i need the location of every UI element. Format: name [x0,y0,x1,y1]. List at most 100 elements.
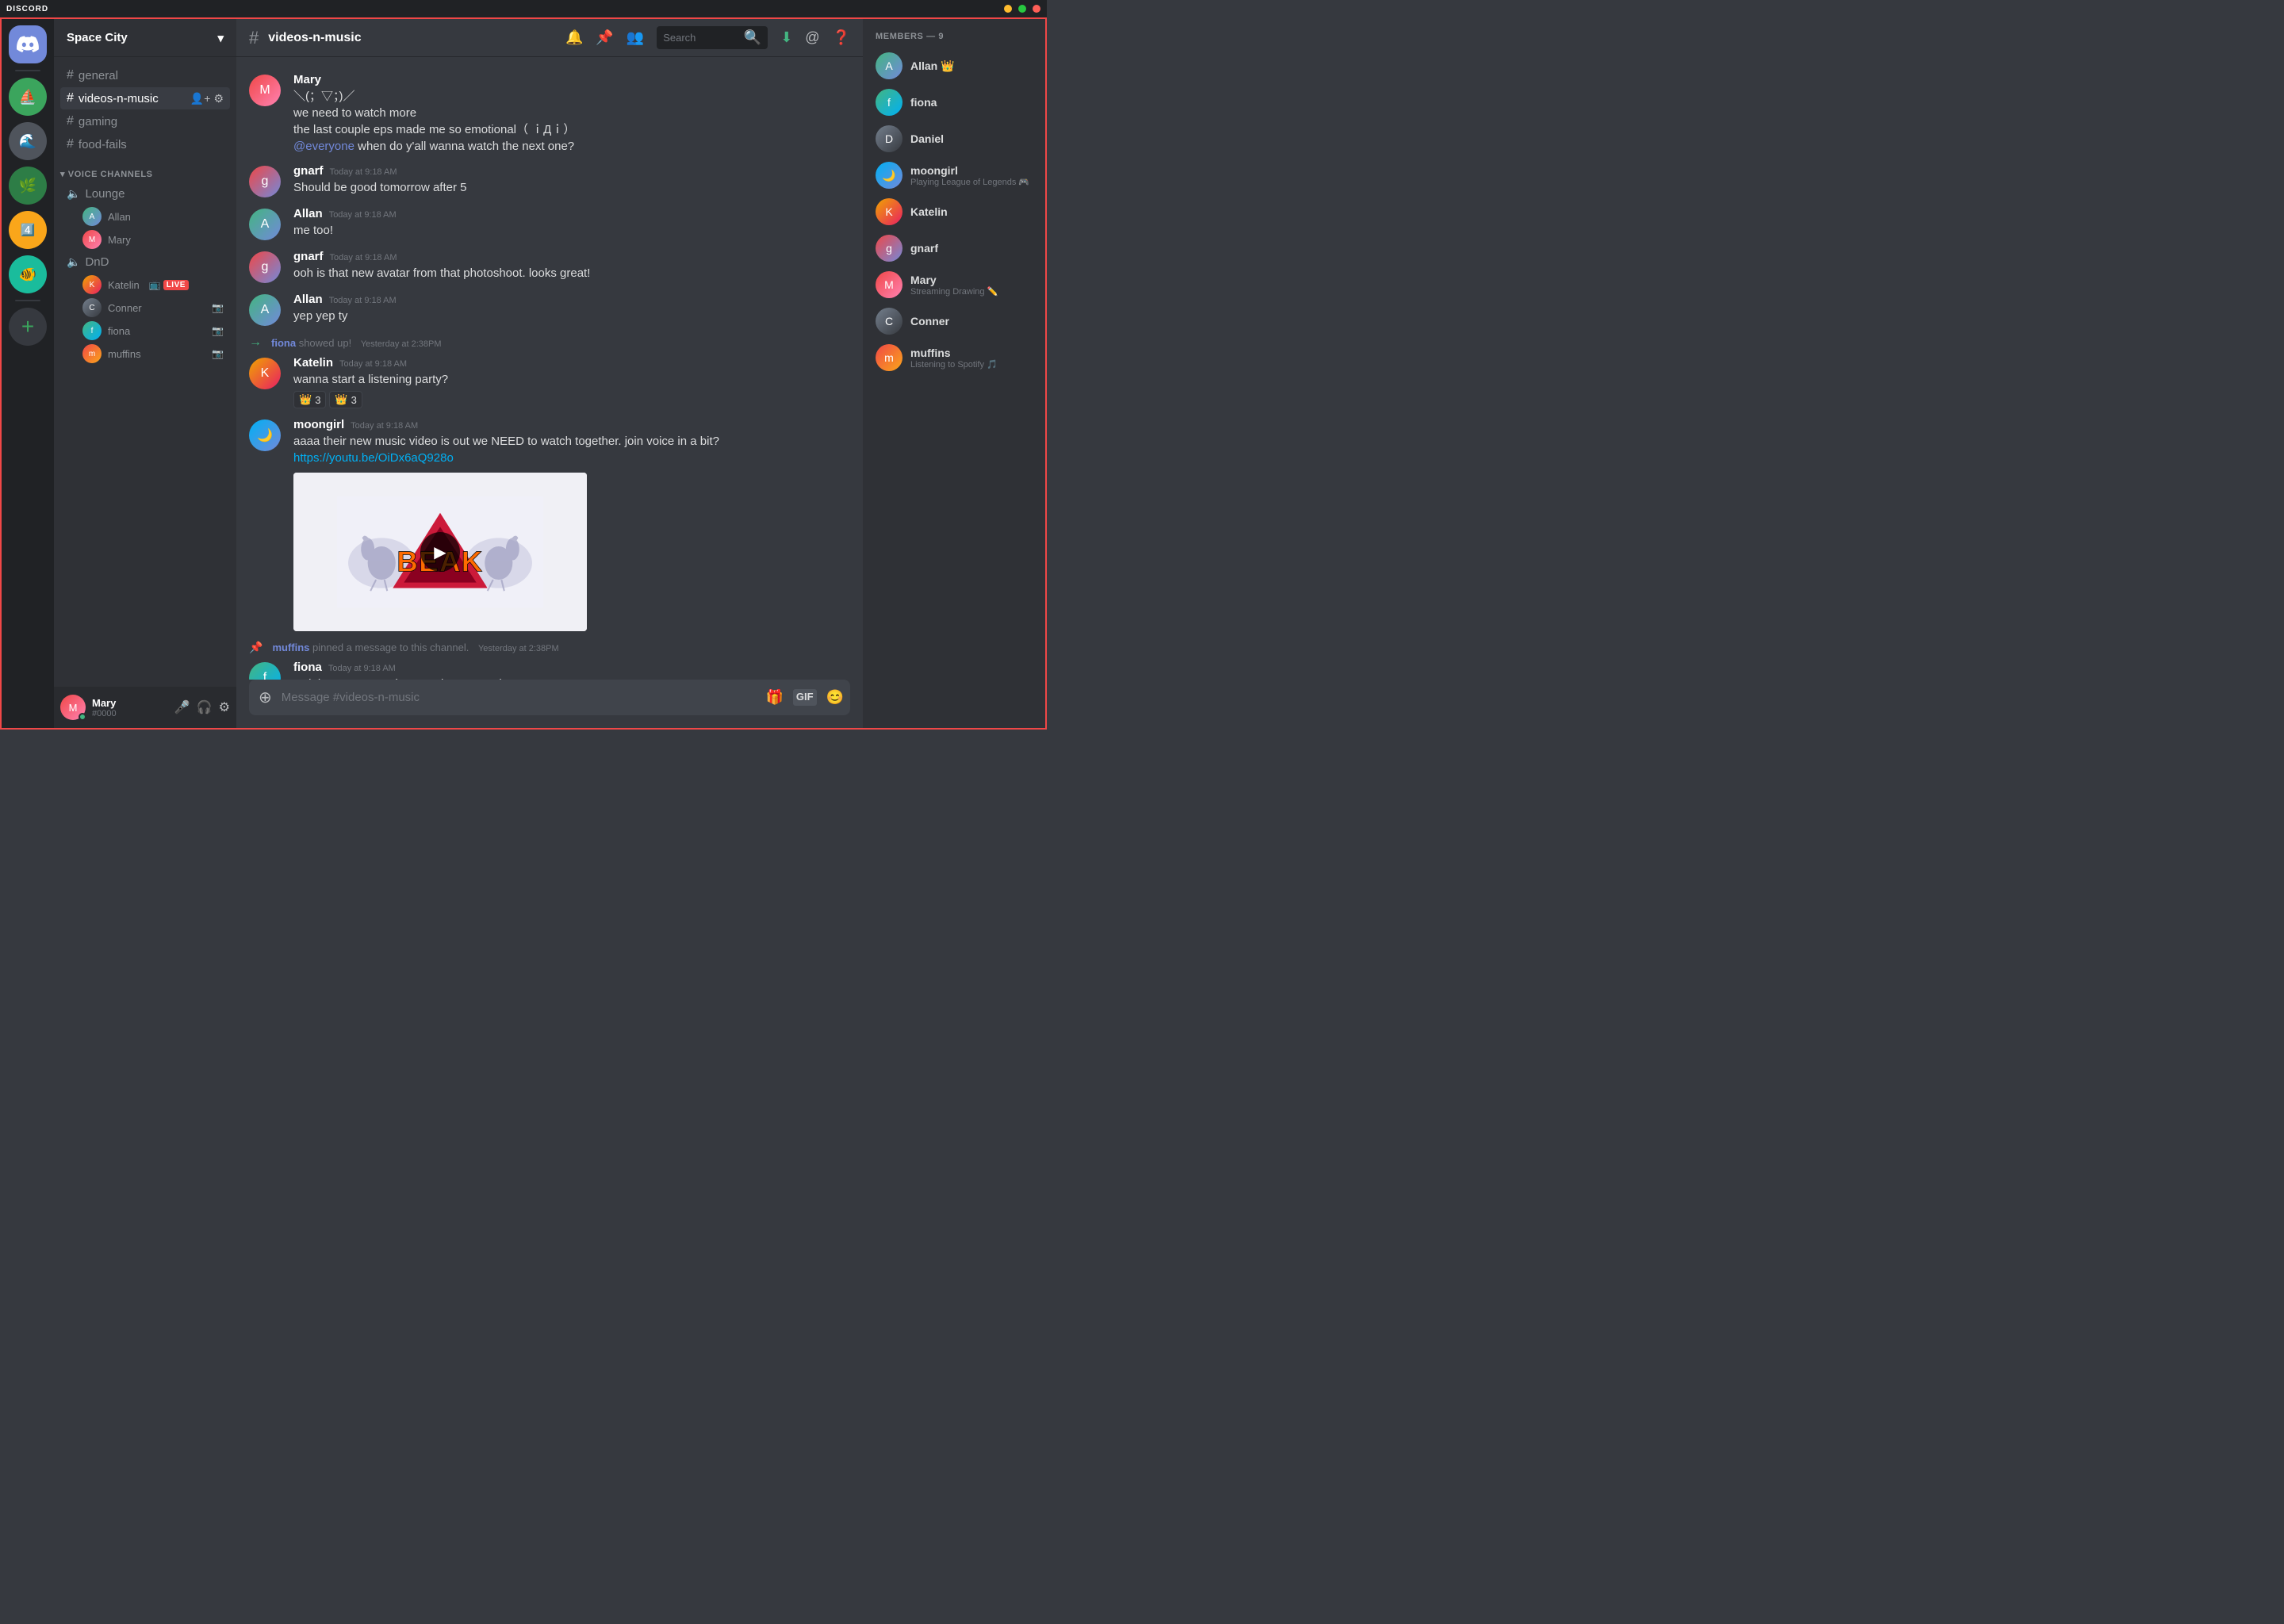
server-4[interactable]: 4️⃣ [9,211,47,249]
settings-icon[interactable]: ⚙ [219,699,230,715]
member-item-katelin[interactable]: K Katelin [869,193,1039,230]
member-info-fiona: fiona [910,96,1033,109]
add-server-button[interactable]: + [9,308,47,346]
search-bar[interactable]: 🔍 [657,26,768,49]
member-avatar-katelin: K [876,198,902,225]
msg-header-gnarf-1: gnarf Today at 9:18 AM [293,164,850,178]
add-attachment-button[interactable]: ⊕ [255,680,275,715]
add-user-icon[interactable]: 👤+ [190,92,211,105]
voice-user-mary[interactable]: M Mary [60,228,230,251]
member-item-daniel[interactable]: D Daniel [869,121,1039,157]
pin-icon[interactable]: 📌 [596,29,613,46]
voice-user-muffins[interactable]: m muffins 📷 [60,343,230,365]
member-item-mary[interactable]: M Mary Streaming Drawing ✏️ [869,266,1039,303]
system-text-pin: muffins pinned a message to this channel… [272,642,558,653]
inbox-icon[interactable]: ⬇ [780,29,792,46]
voice-user-fiona[interactable]: f fiona 📷 [60,320,230,342]
avatar-conner-voice: C [82,298,102,317]
member-avatar-wrap-muffins: m [876,344,902,371]
msg-timestamp-moongirl: Today at 9:18 AM [351,421,418,431]
voice-user-conner[interactable]: C Conner 📷 [60,297,230,319]
system-timestamp-pin: Yesterday at 2:38PM [478,644,559,653]
message-input[interactable] [282,682,760,713]
member-item-conner[interactable]: C Conner [869,303,1039,339]
deafen-icon[interactable]: 🎧 [197,699,213,715]
emoji-icon[interactable]: 😊 [826,689,844,706]
avatar-mary-msg: M [249,75,281,106]
search-icon: 🔍 [744,29,761,46]
play-button[interactable]: ▶ [420,532,460,572]
mention-icon[interactable]: @ [805,29,819,46]
server-discord[interactable] [9,25,47,63]
member-avatar-daniel: D [876,125,902,152]
msg-timestamp-allan-1: Today at 9:18 AM [329,210,397,220]
voice-user-katelin[interactable]: K Katelin 📺 LIVE [60,274,230,296]
member-item-gnarf[interactable]: g gnarf [869,230,1039,266]
channel-hash-icon: # [249,28,259,48]
msg-header-mary: Mary [293,73,850,86]
message-group-gnarf-1: g gnarf Today at 9:18 AM Should be good … [236,161,863,201]
msg-header-moongirl: moongirl Today at 9:18 AM [293,418,850,431]
member-avatar-mary: M [876,271,902,298]
window-controls[interactable] [1004,5,1040,13]
member-item-moongirl[interactable]: 🌙 moongirl Playing League of Legends 🎮 [869,157,1039,193]
msg-author-mary: Mary [293,73,321,86]
user-online-status [79,713,86,721]
mute-icon[interactable]: 🎤 [174,699,190,715]
hash-icon: # [67,91,74,105]
server-5[interactable]: 🐠 [9,255,47,293]
current-user-discriminator: #0000 [92,709,168,718]
voice-user-name-muffins: muffins [108,348,141,360]
msg-text-allan-2: yep yep ty [293,308,850,324]
voice-user-name-allan: Allan [108,211,131,223]
video-link[interactable]: https://youtu.be/OiDx6aQ928o [293,451,454,465]
member-avatar-wrap-daniel: D [876,125,902,152]
members-header: MEMBERS — 9 [869,32,1039,41]
channel-item-videos-n-music[interactable]: # videos-n-music 👤+ ⚙ [60,87,230,109]
channel-item-food-fails[interactable]: # food-fails [60,133,230,155]
member-avatar-wrap-gnarf: g [876,235,902,262]
msg-timestamp-fiona-msg: Today at 9:18 AM [328,664,396,673]
system-action-fiona: showed up! [299,337,352,349]
gif-button[interactable]: GIF [793,689,817,706]
member-info-muffins: muffins Listening to Spotify 🎵 [910,347,1033,370]
member-item-allan[interactable]: A Allan 👑 [869,48,1039,84]
gift-icon[interactable]: 🎁 [765,689,783,706]
server-divider-2 [15,300,40,301]
notification-icon[interactable]: 🔔 [565,29,583,46]
member-status-moongirl: Playing League of Legends 🎮 [910,177,1033,187]
message-group-allan-1: A Allan Today at 9:18 AM me too! [236,204,863,243]
help-icon[interactable]: ❓ [833,29,850,46]
member-item-muffins[interactable]: m muffins Listening to Spotify 🎵 [869,339,1039,376]
search-input[interactable] [663,32,739,44]
hash-icon: # [67,68,74,82]
voice-user-allan[interactable]: A Allan [60,205,230,228]
server-header[interactable]: Space City ▾ [54,19,236,57]
server-2[interactable]: 🌊 [9,122,47,160]
message-group-mary: M Mary ＼(；▽；)／ we need to watch more the… [236,70,863,158]
video-icon-muffins: 📷 [212,348,224,359]
messages-container[interactable]: M Mary ＼(；▽；)／ we need to watch more the… [236,57,863,680]
server-3[interactable]: 🌿 [9,167,47,205]
reaction-crown-2[interactable]: 👑 3 [329,391,362,408]
msg-content-gnarf-2: gnarf Today at 9:18 AM ooh is that new a… [293,250,850,283]
system-user-fiona: fiona [271,337,296,349]
msg-text-mary-3: the last couple eps made me so emotional… [293,121,850,138]
voice-category[interactable]: ▾ VOICE CHANNELS [54,156,236,182]
member-info-gnarf: gnarf [910,242,1033,255]
channel-name-videos: videos-n-music [79,92,190,105]
channel-item-lounge[interactable]: 🔈 Lounge [60,183,230,205]
msg-header-allan-2: Allan Today at 9:18 AM [293,293,850,306]
channel-item-general[interactable]: # general [60,64,230,86]
reaction-crown-1[interactable]: 👑 3 [293,391,326,408]
member-info-katelin: Katelin [910,205,1033,218]
channel-item-gaming[interactable]: # gaming [60,110,230,132]
server-1[interactable]: ⛵ [9,78,47,116]
avatar-katelin-voice: K [82,275,102,294]
member-item-fiona[interactable]: f fiona [869,84,1039,121]
channel-item-dnd[interactable]: 🔈 DnD [60,251,230,273]
video-embed[interactable]: BEAK BEAK ▶ [293,473,587,631]
settings-icon[interactable]: ⚙ [213,92,224,105]
members-icon[interactable]: 👥 [627,29,644,46]
msg-text-mary-2: we need to watch more [293,105,850,121]
